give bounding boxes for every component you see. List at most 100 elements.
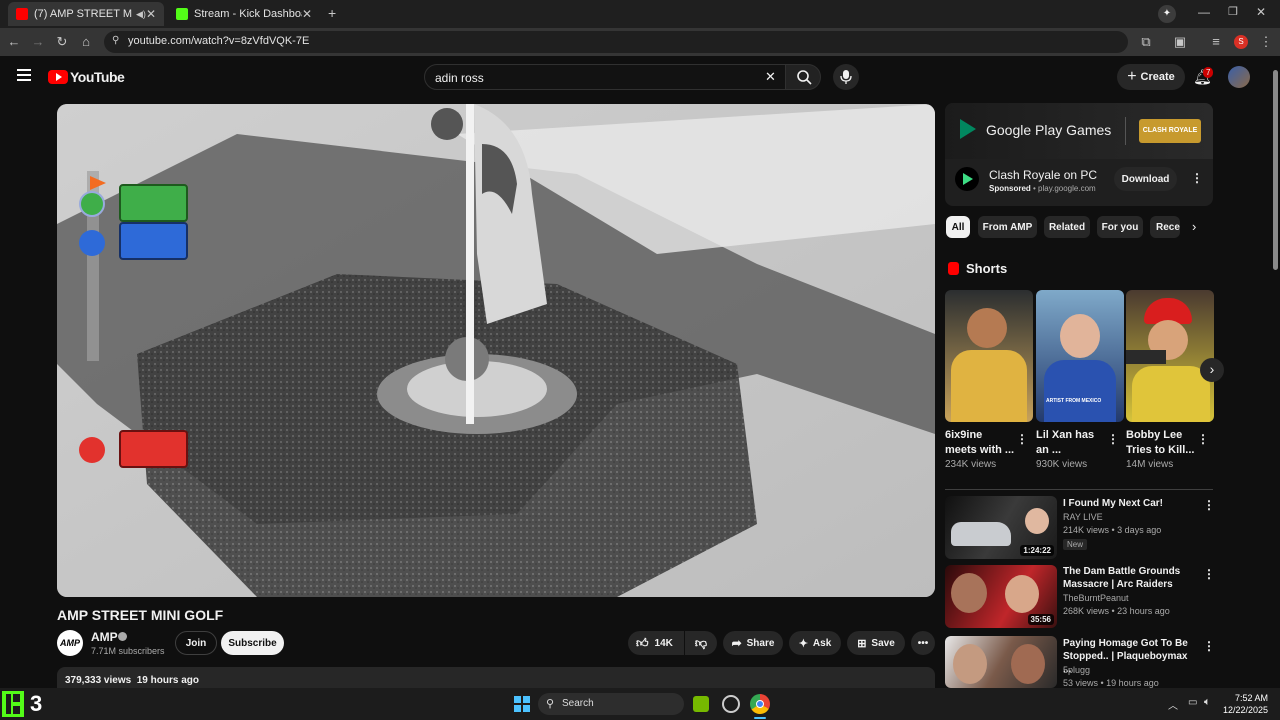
rec-channel-name[interactable]: 5plugg	[1063, 665, 1090, 675]
ad-app-icon	[955, 167, 979, 191]
video-player[interactable]	[57, 104, 935, 597]
create-button[interactable]: + Create	[1117, 64, 1185, 90]
sponsored-ad-card[interactable]: Google Play Games CLASH ROYALE Clash Roy…	[945, 103, 1213, 206]
short-menu-icon[interactable]: ⋮	[1016, 432, 1028, 446]
tab-strip: (7) AMP STREET MINI GOLF ◀) ✕ Stream - K…	[0, 0, 1280, 28]
tray-chevron-icon[interactable]: ︿	[1168, 697, 1178, 712]
short-overlay-text: ARTIST FROM MEXICO	[1046, 398, 1102, 404]
channel-name[interactable]: AMP	[91, 630, 118, 644]
kick-favicon-icon	[176, 8, 188, 20]
short-title[interactable]: 6ix9ine meets with ...	[945, 428, 1015, 458]
page-scrollbar[interactable]	[1270, 56, 1280, 688]
chrome-icon[interactable]	[750, 694, 770, 714]
more-actions-button[interactable]: •••	[911, 631, 935, 655]
thumbs-down-icon: 👎︎	[694, 635, 708, 650]
join-button[interactable]: Join	[175, 631, 217, 655]
search-button[interactable]	[785, 64, 821, 90]
blue-shirt	[1044, 360, 1116, 422]
short-thumbnail[interactable]: ARTIST FROM MEXICO	[1036, 290, 1124, 422]
audio-icon[interactable]: ◀)	[136, 9, 146, 20]
short-thumbnail[interactable]	[945, 290, 1033, 422]
network-icon[interactable]: ▭	[1188, 697, 1197, 708]
shorts-next-button[interactable]: ›	[1200, 358, 1224, 382]
obs-icon[interactable]	[722, 695, 740, 713]
kick-icon[interactable]	[2, 691, 24, 717]
short-title[interactable]: Lil Xan has an ...	[1036, 428, 1106, 458]
rec-video-title[interactable]: The Dam Battle Grounds Massacre | Arc Ra…	[1063, 565, 1193, 591]
ask-button[interactable]: ✦ Ask	[789, 631, 841, 655]
clash-royale-logo: CLASH ROYALE	[1139, 119, 1201, 143]
chip-from-amp[interactable]: From AMP	[978, 216, 1037, 238]
save-button[interactable]: ⊞ Save	[847, 631, 905, 655]
short-menu-icon[interactable]: ⋮	[1107, 432, 1119, 446]
like-button[interactable]: 👍︎ 14K	[628, 631, 684, 655]
youtube-logo[interactable]: YouTube	[48, 69, 125, 85]
back-icon[interactable]: ←	[6, 34, 22, 50]
site-info-icon[interactable]: ⚲	[112, 35, 119, 46]
close-window-icon[interactable]: ✕	[1256, 5, 1266, 19]
windows-taskbar: 3 ⚲ Search ︿ ▭ 🔈︎ 7:52 AM 12/22/2025	[0, 688, 1280, 720]
short-thumbnail[interactable]	[1126, 290, 1214, 422]
clock-date[interactable]: 12/22/2025	[1222, 705, 1268, 715]
share-button[interactable]: ➦ Share	[723, 631, 783, 655]
search-input[interactable]: adin ross ✕	[424, 64, 786, 90]
rec-channel-name[interactable]: RAY LIVE	[1063, 512, 1103, 522]
blue-ball-icon	[79, 230, 105, 256]
volume-icon[interactable]: 🔈︎	[1204, 696, 1211, 709]
windows-start-icon[interactable]	[514, 696, 530, 712]
chip-related[interactable]: Related	[1044, 216, 1090, 238]
save-playlist-icon: ⊞	[857, 637, 867, 650]
taskbar-search-label: Search	[562, 698, 594, 709]
video-frame	[57, 104, 935, 597]
scrollbar-thumb[interactable]	[1273, 70, 1278, 270]
close-tab-icon[interactable]: ✕	[146, 7, 156, 21]
reload-icon[interactable]: ↻	[54, 34, 70, 50]
chevron-right-icon[interactable]: ›	[1192, 219, 1196, 234]
rec-menu-icon[interactable]: ⋮	[1203, 639, 1215, 653]
tab-youtube[interactable]: (7) AMP STREET MINI GOLF ◀) ✕	[8, 2, 164, 26]
extensions-icon[interactable]: ⧉	[1138, 34, 1154, 50]
youtube-play-icon	[48, 70, 68, 84]
tab-kick[interactable]: Stream - Kick Dashboard ✕	[168, 2, 320, 26]
account-avatar[interactable]	[1228, 66, 1250, 88]
dislike-button[interactable]: 👎︎	[685, 631, 717, 655]
rec-menu-icon[interactable]: ⋮	[1203, 567, 1215, 581]
ad-menu-icon[interactable]: ⋮	[1191, 171, 1203, 185]
forward-icon[interactable]: →	[30, 34, 46, 50]
rec-menu-icon[interactable]: ⋮	[1203, 498, 1215, 512]
short-menu-icon[interactable]: ⋮	[1197, 432, 1209, 446]
address-bar[interactable]: ⚲ youtube.com/watch?v=8zVfdVQK-7E	[104, 31, 1128, 53]
subscribe-button[interactable]: Subscribe	[221, 631, 284, 655]
profile-avatar-icon[interactable]: S	[1234, 35, 1248, 49]
taskbar-search[interactable]: ⚲ Search	[538, 693, 684, 715]
close-tab-icon[interactable]: ✕	[302, 7, 312, 21]
clear-search-icon[interactable]: ✕	[765, 69, 776, 85]
video-thumbnail[interactable]: 35:56	[945, 565, 1057, 628]
rec-video-title[interactable]: I Found My Next Car!	[1063, 497, 1193, 510]
minimize-icon[interactable]: —	[1198, 5, 1210, 19]
menu-kebab-icon[interactable]: ⋮	[1258, 34, 1274, 50]
nvidia-icon[interactable]	[693, 696, 709, 712]
video-thumbnail[interactable]	[945, 636, 1057, 688]
video-duration: 35:56	[1027, 614, 1054, 625]
channel-avatar[interactable]: AMP	[57, 630, 83, 656]
rec-channel-name[interactable]: TheBurntPeanut	[1063, 593, 1129, 603]
chip-for-you[interactable]: For you	[1097, 216, 1143, 238]
home-icon[interactable]: ⌂	[78, 34, 94, 50]
search-query: adin ross	[435, 71, 484, 85]
reading-list-icon[interactable]: ≡	[1208, 34, 1224, 50]
download-button[interactable]: Download	[1114, 167, 1177, 191]
short-title[interactable]: Bobby Lee Tries to Kill...	[1126, 428, 1196, 458]
shorts-heading: Shorts	[966, 261, 1008, 276]
video-thumbnail[interactable]: 1:24:22	[945, 496, 1057, 559]
clock-time[interactable]: 7:52 AM	[1226, 693, 1268, 703]
chip-recent[interactable]: Rece	[1150, 216, 1180, 238]
gemini-icon[interactable]: ✦	[1158, 5, 1176, 23]
ask-label: Ask	[812, 637, 832, 649]
chip-all[interactable]: All	[946, 216, 970, 238]
restore-icon[interactable]: ❐	[1228, 5, 1238, 18]
voice-search-button[interactable]	[833, 64, 859, 90]
new-tab-button[interactable]: +	[328, 5, 336, 21]
hamburger-menu-icon[interactable]	[17, 69, 31, 81]
media-icon[interactable]: ▣	[1172, 34, 1188, 50]
